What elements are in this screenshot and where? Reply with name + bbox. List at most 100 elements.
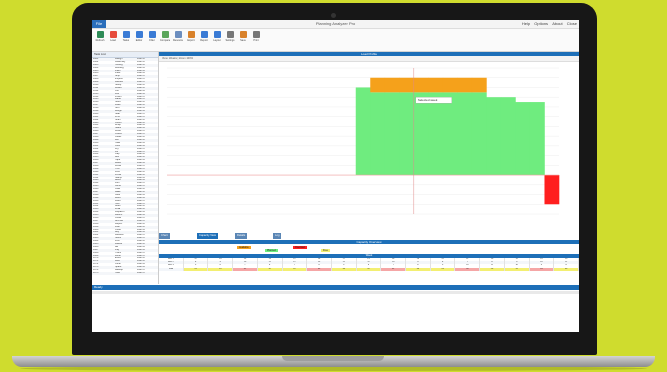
ribbon-button-settings[interactable]: Settings [225, 31, 235, 48]
legend-chip: Available [237, 246, 251, 249]
ribbon-button-label: Resources [173, 39, 183, 42]
bar-planned [457, 92, 473, 176]
table-cell: 31 [504, 267, 530, 271]
title-bar: File Planning Analyzer Pro Help Options … [92, 20, 579, 29]
ribbon-button-filter[interactable]: Filter [147, 31, 157, 48]
list-item-cell: Plant C [137, 271, 145, 274]
tab-chart[interactable]: Chart [159, 233, 170, 239]
ribbon: Refresh Load Tasks Editor Filter Compare Resou… [92, 29, 579, 52]
camera-icon [331, 13, 336, 18]
table-cell: 31 [282, 267, 308, 271]
bar-available [442, 77, 458, 93]
help-button[interactable]: Help [522, 21, 530, 26]
filter-icon [148, 31, 156, 38]
status-text: Ready [94, 285, 103, 289]
bar-available [471, 77, 487, 93]
task-list-panel: Task List 1001 Design Plant A 1002 Assembly P… [92, 52, 159, 284]
print-icon [252, 31, 260, 38]
table-cell: 31 [381, 267, 407, 271]
bar-available [457, 77, 473, 93]
chart-tooltip-text: Selected week [418, 98, 438, 102]
database-icon [109, 31, 117, 38]
legend-chip: Free [321, 249, 330, 252]
bar-planned [500, 97, 516, 176]
list-icon [122, 31, 130, 38]
ribbon-button-editor[interactable]: Editor [134, 31, 144, 48]
layout-icon [213, 31, 221, 38]
table-cell: 35 [307, 267, 332, 271]
bar-available [384, 77, 400, 93]
ribbon-button-refresh[interactable]: Refresh [95, 31, 105, 48]
load-chart[interactable]: Selected week [159, 62, 579, 232]
table-cell: 34 [554, 267, 579, 271]
bar-overload [544, 175, 560, 205]
ribbon-button-compare[interactable]: Compare [160, 31, 170, 48]
laptop: File Planning Analyzer Pro Help Options … [0, 0, 667, 372]
ribbon-button-save[interactable]: Save [238, 31, 248, 48]
list-item[interactable]: 1075 Hold Plant C [92, 271, 158, 275]
ribbon-button-resources[interactable]: Resources [173, 31, 183, 48]
chart-window: Load Profile View: Weeks | Zoom 100% Sel… [159, 52, 579, 232]
table-cell: 30 [406, 267, 431, 271]
bar-planned [486, 97, 502, 176]
table-cell: 29 [480, 267, 505, 271]
gear-icon [226, 31, 234, 38]
ribbon-button-label: Print [253, 39, 259, 42]
bar-available [428, 77, 444, 93]
table-cell: 29 [208, 267, 234, 271]
bar-planned [529, 102, 545, 176]
people-icon [174, 31, 182, 38]
bar-planned [370, 92, 386, 176]
table-cell: 34 [331, 267, 357, 271]
list-item-cell: 1075 [93, 271, 99, 274]
ribbon-button-label: Editor [135, 39, 143, 42]
ribbon-button-export[interactable]: Export [186, 31, 196, 48]
compare-icon [161, 31, 169, 38]
tab-log[interactable]: Log [273, 233, 282, 239]
ribbon-button-label: Tasks [122, 39, 130, 42]
about-button[interactable]: About [552, 21, 562, 26]
table-cell: 32 [356, 267, 382, 271]
bar-available [399, 77, 415, 93]
ribbon-button-tasks[interactable]: Tasks [121, 31, 131, 48]
ribbon-button-label: Load [110, 39, 116, 42]
ribbon-button-load[interactable]: Load [108, 31, 118, 48]
table-cell: 25 [183, 267, 209, 271]
ribbon-button-label: Layout [213, 39, 221, 42]
ribbon-button-layout[interactable]: Layout [212, 31, 222, 48]
chart-tooltip: Selected week [415, 97, 452, 104]
export-icon [187, 31, 195, 38]
table-cell: 32 [233, 267, 258, 271]
list-item-cell: Hold [115, 271, 120, 274]
tab-details[interactable]: Details [235, 233, 248, 239]
table-row: Total 25 29 32 32 31 35 34 32 31 30 29 28 29 31 33 34 [159, 267, 579, 271]
window-controls: Help Options About Close [519, 21, 577, 26]
ribbon-button-label: Compare [160, 39, 170, 42]
capacity-legend: Available Planned Overload Free [159, 244, 579, 254]
bar-available [413, 77, 429, 93]
ribbon-button-report[interactable]: Report [199, 31, 209, 48]
table-cell: 29 [430, 267, 456, 271]
bar-planned [515, 102, 531, 176]
legend-chip: Overload [293, 246, 307, 249]
bar-planned [413, 92, 429, 176]
table-cell: Total [159, 267, 184, 271]
ribbon-button-label: Save [240, 39, 246, 42]
options-button[interactable]: Options [534, 21, 548, 26]
ribbon-button-label: Report [200, 39, 208, 42]
bar-planned [428, 92, 444, 176]
close-button[interactable]: Close [567, 21, 577, 26]
laptop-notch [282, 356, 384, 361]
ribbon-button-print[interactable]: Print [251, 31, 261, 48]
report-icon [200, 31, 208, 38]
bar-available [370, 77, 386, 93]
tab-capacity-view[interactable]: Capacity View [197, 233, 218, 239]
view-tabs: Chart Capacity View Details Log [159, 233, 579, 239]
screen: File Planning Analyzer Pro Help Options … [92, 20, 579, 332]
bar-planned [442, 92, 458, 176]
ribbon-button-label: Filter [149, 39, 155, 42]
edit-icon [135, 31, 143, 38]
ribbon-button-label: Refresh [95, 39, 105, 42]
ribbon-button-label: Settings [225, 39, 235, 42]
bar-planned [471, 92, 487, 176]
